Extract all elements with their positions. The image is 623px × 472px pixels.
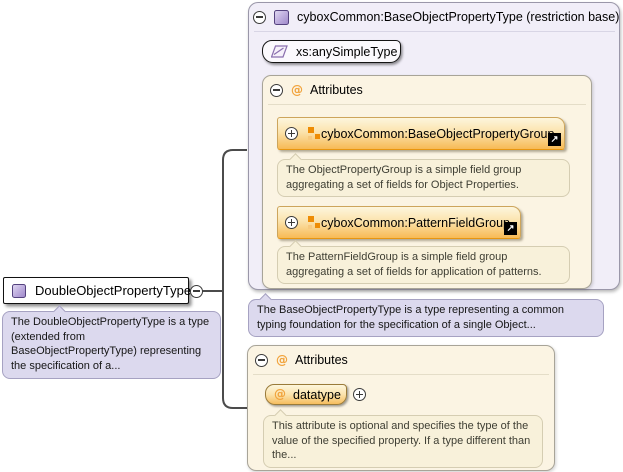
attribute-at-icon xyxy=(291,84,303,97)
divider xyxy=(268,104,586,105)
annotation-text: The ObjectPropertyGroup is a simple fiel… xyxy=(286,164,522,191)
collapse-toggle-attributes[interactable] xyxy=(270,83,283,97)
base-type-title: cyboxCommon:BaseObjectPropertyType (rest… xyxy=(297,10,620,24)
complex-type-icon xyxy=(12,283,26,298)
annotation-text: The BaseObjectPropertyType is a type rep… xyxy=(257,304,564,331)
element-label: DoubleObjectPropertyType xyxy=(35,283,192,298)
collapse-toggle-base-type[interactable] xyxy=(253,10,266,24)
base-type-header: cyboxCommon:BaseObjectPropertyType (rest… xyxy=(253,9,619,25)
attribute-group-base-object-property-group[interactable]: cyboxCommon:BaseObjectPropertyGroup ↗ xyxy=(277,117,565,150)
collapse-toggle-element[interactable] xyxy=(190,284,203,298)
base-type-panel: cyboxCommon:BaseObjectPropertyType (rest… xyxy=(248,2,620,290)
group-label: cyboxCommon:BaseObjectPropertyGroup xyxy=(321,126,555,141)
expand-toggle-group[interactable] xyxy=(285,216,298,229)
attributes-header: Attributes xyxy=(270,83,363,97)
attribute-annotation: This attribute is optional and specifies… xyxy=(263,408,543,468)
annotation-text: The PatternFieldGroup is a simple field … xyxy=(286,251,542,278)
attribute-row-datatype: datatype xyxy=(265,384,366,405)
annotation-text: This attribute is optional and specifies… xyxy=(272,420,531,462)
collapse-toggle-attributes[interactable] xyxy=(255,353,268,367)
group-annotation: The ObjectPropertyGroup is a simple fiel… xyxy=(277,152,570,198)
schema-diagram: DoubleObjectPropertyType The DoubleObjec… xyxy=(0,0,623,472)
group-annotation: The PatternFieldGroup is a simple field … xyxy=(277,239,570,285)
annotation-text: The DoubleObjectPropertyType is a type (… xyxy=(11,316,210,372)
attribute-at-icon xyxy=(276,354,288,367)
attributes-label: Attributes xyxy=(310,83,363,97)
complex-type-icon xyxy=(274,9,289,25)
divider xyxy=(253,374,549,375)
simple-type-label: xs:anySimpleType xyxy=(296,44,398,59)
element-annotation: The DoubleObjectPropertyType is a type (… xyxy=(2,304,221,379)
element-double-object-property-type[interactable]: DoubleObjectPropertyType xyxy=(3,277,192,304)
goto-definition-icon[interactable]: ↗ xyxy=(548,133,561,146)
group-label: cyboxCommon:PatternFieldGroup xyxy=(321,215,510,230)
attributes-label: Attributes xyxy=(295,353,348,367)
expand-toggle-group[interactable] xyxy=(285,127,298,140)
attribute-at-icon xyxy=(274,388,286,401)
divider xyxy=(254,31,615,32)
base-simple-type-ref[interactable]: xs:anySimpleType xyxy=(262,40,401,63)
base-type-annotation: The BaseObjectPropertyType is a type rep… xyxy=(248,292,604,338)
attribute-datatype[interactable]: datatype xyxy=(265,384,347,405)
local-attributes-section: Attributes datatype This attribute is op… xyxy=(247,345,555,471)
attribute-name: datatype xyxy=(293,387,341,402)
simple-type-icon xyxy=(271,45,288,58)
base-attributes-section: Attributes cyboxCommon:BaseObjectPropert… xyxy=(262,75,592,289)
attribute-group-icon xyxy=(308,127,321,140)
expand-toggle-attribute[interactable] xyxy=(353,388,366,401)
attributes-header: Attributes xyxy=(255,353,348,367)
attribute-group-pattern-field-group[interactable]: cyboxCommon:PatternFieldGroup ↗ xyxy=(277,206,521,239)
attribute-group-icon xyxy=(308,216,321,229)
goto-definition-icon[interactable]: ↗ xyxy=(504,222,517,235)
